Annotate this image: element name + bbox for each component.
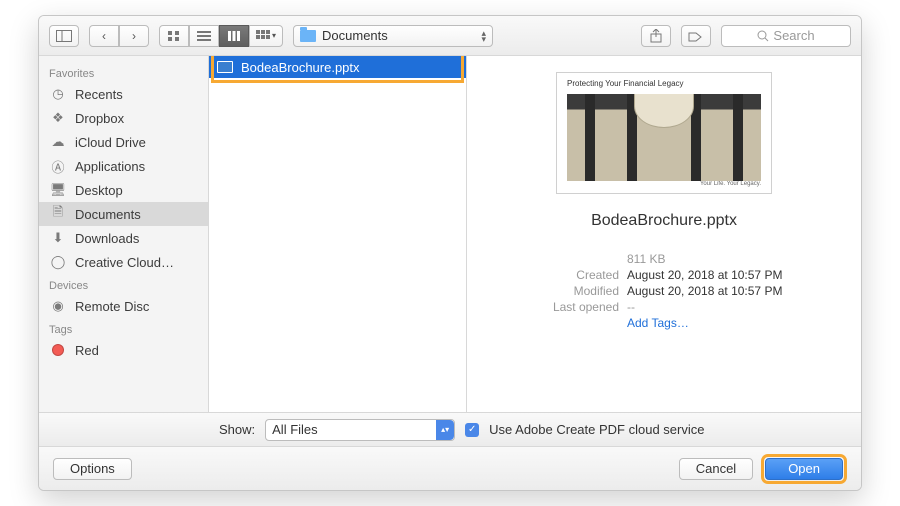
- preview-size: 811 KB: [627, 252, 665, 266]
- desktop-icon: 🖥: [49, 183, 67, 197]
- sidebar-toggle-button[interactable]: [49, 25, 79, 47]
- nav-group: ‹ ›: [89, 25, 149, 47]
- panel-icon: [56, 30, 72, 42]
- dialog-body: Favorites ◷Recents ❖Dropbox ☁iCloud Driv…: [39, 56, 861, 412]
- add-tags-link[interactable]: Add Tags…: [627, 316, 689, 330]
- thumbnail: Protecting Your Financial Legacy Your Li…: [556, 72, 772, 194]
- thumb-image: [567, 94, 761, 181]
- dropbox-icon: ❖: [49, 111, 67, 125]
- cloud-icon: ☁: [49, 135, 67, 149]
- file-icon: [217, 61, 233, 73]
- cloud-service-label: Use Adobe Create PDF cloud service: [489, 422, 704, 437]
- creative-cloud-icon: ◯: [49, 255, 67, 269]
- sidebar-item-tag-red[interactable]: Red: [39, 338, 208, 362]
- toolbar: ‹ › ▾ Documents ▴▾: [39, 16, 861, 56]
- back-button[interactable]: ‹: [89, 25, 119, 47]
- sidebar-item-applications[interactable]: ⒶApplications: [39, 154, 208, 178]
- options-button[interactable]: Options: [53, 458, 132, 480]
- gallery-icon: [256, 30, 270, 42]
- file-row[interactable]: BodeaBrochure.pptx: [209, 56, 466, 78]
- share-icon: [650, 29, 662, 43]
- view-list-button[interactable]: [189, 25, 219, 47]
- sidebar-item-dropbox[interactable]: ❖Dropbox: [39, 106, 208, 130]
- folder-icon: [300, 30, 316, 42]
- sidebar-item-downloads[interactable]: ⬇Downloads: [39, 226, 208, 250]
- cloud-service-checkbox[interactable]: ✓: [465, 423, 479, 437]
- file-name: BodeaBrochure.pptx: [241, 60, 360, 75]
- sidebar-item-recents[interactable]: ◷Recents: [39, 82, 208, 106]
- forward-button[interactable]: ›: [119, 25, 149, 47]
- path-label: Documents: [322, 28, 388, 43]
- show-label: Show:: [219, 422, 255, 437]
- open-button[interactable]: Open: [765, 458, 843, 480]
- file-column: BodeaBrochure.pptx: [209, 56, 467, 412]
- view-columns-button[interactable]: [219, 25, 249, 47]
- grid-icon: [167, 30, 181, 42]
- chevron-right-icon: ›: [132, 29, 136, 43]
- preview-metadata: 811 KB Created August 20, 2018 at 10:57 P…: [487, 252, 841, 332]
- preview-filename: BodeaBrochure.pptx: [591, 212, 737, 230]
- disc-icon: ◉: [49, 299, 67, 313]
- filter-bar: Show: All Files ▴▾ ✓ Use Adobe Create PD…: [39, 412, 861, 446]
- updown-icon: ▴▾: [436, 420, 454, 440]
- search-field[interactable]: Search: [721, 25, 851, 47]
- meta-label-modified: Modified: [487, 284, 619, 298]
- tags-button[interactable]: [681, 25, 711, 47]
- list-icon: [197, 30, 211, 42]
- sidebar-toggle-group: [49, 25, 79, 47]
- thumb-footer: Your Life. Your Legacy.: [567, 181, 761, 187]
- sidebar-item-creative-cloud[interactable]: ◯Creative Cloud…: [39, 250, 208, 274]
- sidebar-item-documents[interactable]: 🗎Documents: [39, 202, 208, 226]
- filter-select[interactable]: All Files ▴▾: [265, 419, 455, 441]
- highlight-open: Open: [761, 454, 847, 484]
- filter-value: All Files: [272, 422, 318, 437]
- columns-icon: [227, 30, 241, 42]
- sidebar-item-desktop[interactable]: 🖥Desktop: [39, 178, 208, 202]
- tag-dot-icon: [49, 343, 67, 357]
- documents-icon: 🗎: [49, 207, 67, 221]
- downloads-icon: ⬇: [49, 231, 67, 245]
- app-icon: Ⓐ: [49, 159, 67, 173]
- thumb-title: Protecting Your Financial Legacy: [567, 79, 761, 88]
- meta-label-last-opened: Last opened: [487, 300, 619, 314]
- view-gallery-button[interactable]: ▾: [249, 25, 283, 47]
- footer: Options Cancel Open: [39, 446, 861, 490]
- preview-pane: Protecting Your Financial Legacy Your Li…: [467, 56, 861, 412]
- sidebar: Favorites ◷Recents ❖Dropbox ☁iCloud Driv…: [39, 56, 209, 412]
- share-button[interactable]: [641, 25, 671, 47]
- sidebar-header-devices: Devices: [39, 274, 208, 294]
- sidebar-item-remote-disc[interactable]: ◉Remote Disc: [39, 294, 208, 318]
- search-placeholder: Search: [773, 28, 814, 43]
- sidebar-item-icloud[interactable]: ☁iCloud Drive: [39, 130, 208, 154]
- meta-value-created: August 20, 2018 at 10:57 PM: [627, 268, 782, 282]
- cancel-button[interactable]: Cancel: [679, 458, 753, 480]
- open-file-dialog: ‹ › ▾ Documents ▴▾: [38, 15, 862, 491]
- sidebar-header-favorites: Favorites: [39, 62, 208, 82]
- path-dropdown[interactable]: Documents ▴▾: [293, 25, 493, 47]
- tag-icon: [688, 30, 704, 42]
- search-icon: [757, 30, 769, 42]
- meta-value-modified: August 20, 2018 at 10:57 PM: [627, 284, 782, 298]
- view-mode-group: ▾: [159, 25, 283, 47]
- chevron-left-icon: ‹: [102, 29, 106, 43]
- sidebar-header-tags: Tags: [39, 318, 208, 338]
- clock-icon: ◷: [49, 87, 67, 101]
- meta-value-last-opened: --: [627, 300, 635, 314]
- meta-label-created: Created: [487, 268, 619, 282]
- view-icons-button[interactable]: [159, 25, 189, 47]
- updown-icon: ▴▾: [481, 30, 486, 42]
- chevron-down-icon: ▾: [272, 31, 276, 40]
